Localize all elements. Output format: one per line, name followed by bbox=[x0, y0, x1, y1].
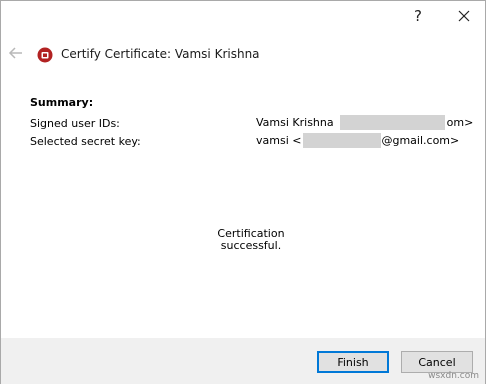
close-button[interactable] bbox=[451, 5, 477, 27]
certify-dialog: ? Certify Certificate: Vamsi Krishna Sum… bbox=[0, 0, 486, 384]
signed-user-ids-value: Vamsi Krishna om> bbox=[256, 115, 473, 130]
footer: Finish Cancel bbox=[1, 338, 485, 384]
certificate-icon bbox=[37, 47, 53, 63]
signed-user-ids-prefix: Vamsi Krishna bbox=[256, 116, 334, 129]
selected-secret-key-value: vamsi < @gmail.com> bbox=[256, 133, 459, 148]
status-message: Certification successful. bbox=[217, 227, 285, 252]
redacted-email bbox=[339, 115, 445, 130]
cancel-button[interactable]: Cancel bbox=[401, 351, 473, 373]
back-arrow-icon[interactable] bbox=[7, 45, 25, 61]
signed-user-ids-label: Signed user IDs: bbox=[30, 117, 120, 130]
secret-key-suffix: @gmail.com> bbox=[381, 134, 460, 147]
summary-heading: Summary: bbox=[30, 96, 94, 109]
finish-button[interactable]: Finish bbox=[317, 351, 389, 373]
signed-user-ids-suffix: om> bbox=[446, 116, 474, 129]
watermark: wsxdn.com bbox=[428, 371, 479, 381]
page-title: Certify Certificate: Vamsi Krishna bbox=[61, 47, 260, 61]
redacted-email bbox=[303, 133, 382, 148]
close-icon bbox=[458, 10, 470, 22]
selected-secret-key-label: Selected secret key: bbox=[30, 135, 141, 148]
help-label: ? bbox=[414, 7, 422, 25]
secret-key-prefix: vamsi < bbox=[256, 134, 302, 147]
help-button[interactable]: ? bbox=[405, 5, 431, 27]
